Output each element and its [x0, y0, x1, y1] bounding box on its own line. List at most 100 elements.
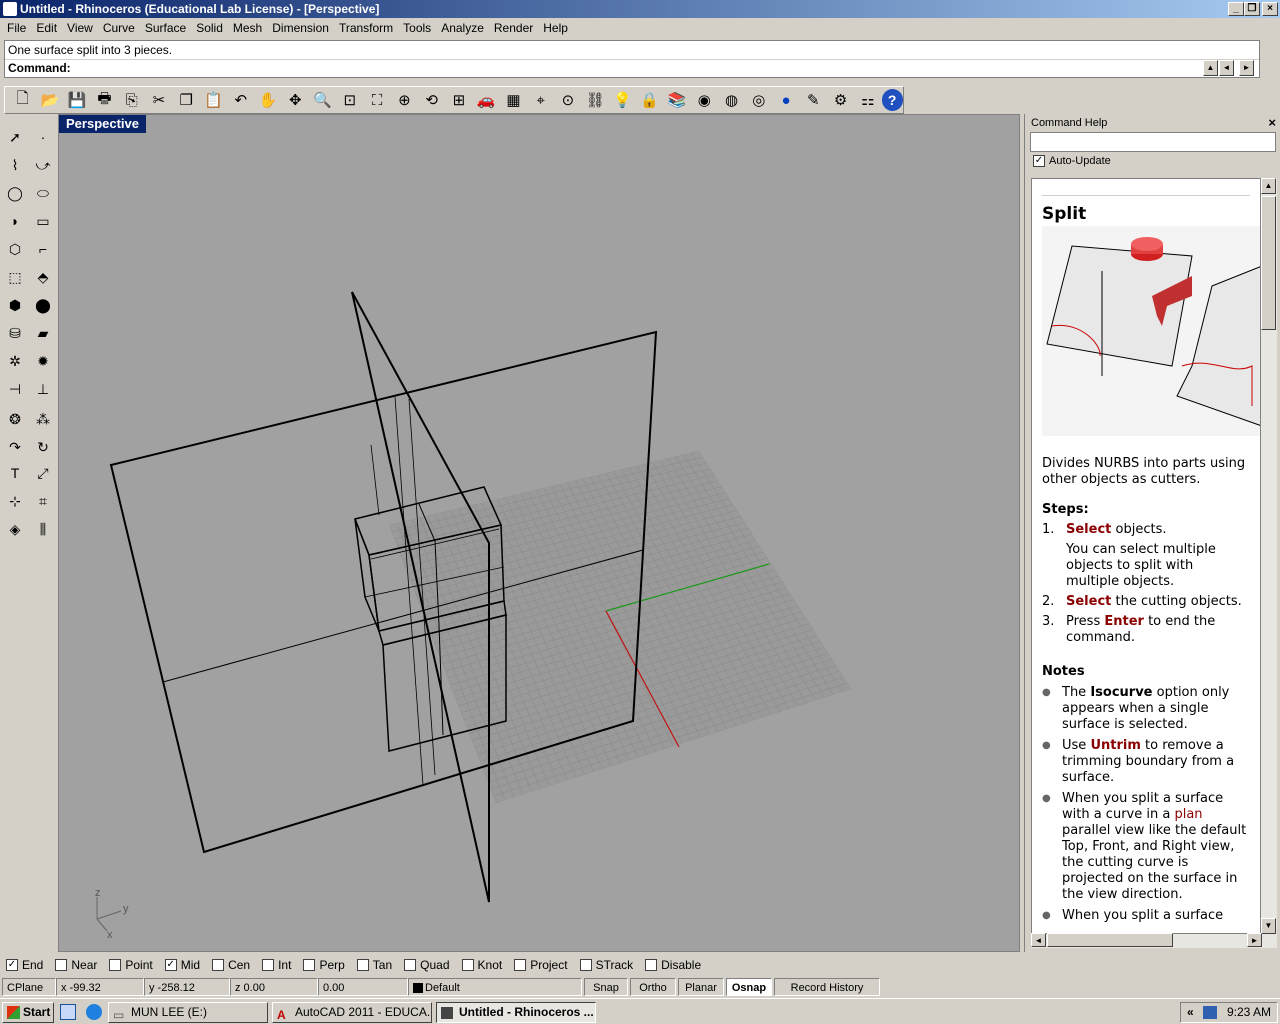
cylinder-icon[interactable]: ⛁ [2, 320, 28, 346]
checkbox-icon[interactable] [461, 959, 474, 971]
lock-icon[interactable]: 🔒 [636, 87, 663, 113]
save-icon[interactable]: 💾 [64, 87, 91, 113]
zoom-extents-icon[interactable]: ⛶ [363, 87, 390, 113]
scroll-left-icon[interactable]: ◄ [1031, 933, 1046, 947]
checkbox-icon[interactable] [55, 959, 68, 971]
split-icon[interactable]: ⊥ [30, 376, 56, 402]
checkbox-icon[interactable] [514, 959, 527, 971]
zoom-window-icon[interactable]: ⊡ [336, 87, 363, 113]
analyze-icon[interactable]: ⌗ [30, 488, 56, 514]
render-box-icon[interactable]: ◈ [2, 516, 28, 542]
checkbox-icon[interactable] [356, 959, 369, 971]
text-icon[interactable]: T [2, 460, 28, 486]
osnap-tan[interactable]: Tan [356, 958, 392, 972]
hscroll-thumb[interactable] [1047, 933, 1173, 947]
extrude-curve-icon[interactable]: ⬘ [30, 264, 56, 290]
menu-mesh[interactable]: Mesh [228, 21, 267, 35]
viewport-title[interactable]: Perspective [59, 115, 146, 133]
copy-icon[interactable]: ❐ [173, 87, 200, 113]
select-filter-icon[interactable]: ⛓ [582, 87, 609, 113]
surface-corner-icon[interactable]: ⬚ [2, 264, 28, 290]
osnap-cen[interactable]: Cen [212, 958, 250, 972]
checkbox-icon[interactable] [212, 959, 225, 971]
osnap-mid[interactable]: ✓ Mid [164, 958, 200, 972]
cut-icon[interactable]: ✂ [145, 87, 172, 113]
ellipse-icon[interactable]: ⬭ [30, 180, 56, 206]
move-icon[interactable]: ↷ [2, 434, 28, 460]
checkbox-icon[interactable] [303, 959, 316, 971]
menu-render[interactable]: Render [489, 21, 538, 35]
fillet-curve-icon[interactable]: ⌐ [30, 236, 56, 262]
paste-icon[interactable]: 📋 [200, 87, 227, 113]
menu-edit[interactable]: Edit [31, 21, 62, 35]
scroll-right-icon[interactable]: ► [1247, 933, 1262, 947]
osnap-icon[interactable]: ⌖ [527, 87, 554, 113]
polyline-icon[interactable]: ⌇ [2, 152, 28, 178]
menu-curve[interactable]: Curve [98, 21, 140, 35]
arc-icon[interactable]: ◗ [2, 208, 28, 234]
perspective-viewport[interactable]: Perspective z y x [58, 114, 1020, 952]
toolbar-layout-icon[interactable]: ⚏ [854, 87, 881, 113]
layer-selector[interactable]: Default [408, 978, 582, 996]
help-search-input[interactable] [1030, 132, 1276, 152]
rotate-view-icon[interactable]: ✥ [282, 87, 309, 113]
osnap-point[interactable]: Point [109, 958, 153, 972]
taskbar-item-drive[interactable]: ▭ MUN LEE (E:) [108, 1002, 268, 1023]
restore-button[interactable]: ❐ [1244, 2, 1260, 16]
menu-help[interactable]: Help [538, 21, 573, 35]
close-button[interactable]: × [1262, 2, 1278, 16]
menu-dimension[interactable]: Dimension [267, 21, 334, 35]
trim-icon[interactable]: ⊣ [2, 376, 28, 402]
print-icon[interactable]: 🖶 [91, 87, 118, 113]
osnap-toggle[interactable]: Osnap [726, 978, 772, 996]
help-vertical-scrollbar[interactable]: ▲ ▼ [1261, 178, 1277, 934]
menu-tools[interactable]: Tools [398, 21, 436, 35]
rectangle-icon[interactable]: ▭ [30, 208, 56, 234]
undo-view-icon[interactable]: ⟲ [418, 87, 445, 113]
menu-solid[interactable]: Solid [191, 21, 228, 35]
scroll-right-icon[interactable]: ► [1239, 60, 1254, 76]
mesh-icon[interactable]: ▰ [30, 320, 56, 346]
layers-icon[interactable]: 📚 [663, 87, 690, 113]
group-icon[interactable]: ❂ [2, 406, 28, 432]
four-viewports-icon[interactable]: ⊞ [445, 87, 472, 113]
array-icon[interactable]: ⁂ [30, 406, 56, 432]
curve-icon[interactable]: ⤻ [30, 152, 56, 178]
new-file-icon[interactable]: 🗋 [9, 87, 36, 113]
command-prompt[interactable]: Command: [5, 59, 1259, 77]
menu-file[interactable]: File [2, 21, 31, 35]
osnap-strack[interactable]: STrack [579, 958, 633, 972]
osnap-int[interactable]: Int [262, 958, 291, 972]
cplane-indicator[interactable]: CPlane [2, 978, 56, 996]
planar-toggle[interactable]: Planar [678, 978, 724, 996]
checkbox-icon[interactable]: ✓ [6, 959, 18, 971]
taskbar-item-rhino[interactable]: Untitled - Rhinoceros ... [436, 1002, 596, 1023]
checkbox-icon[interactable]: ✓ [164, 959, 177, 971]
internet-explorer-icon[interactable] [86, 1004, 102, 1020]
menu-surface[interactable]: Surface [140, 21, 191, 35]
checkbox-icon[interactable] [109, 959, 122, 971]
osnap-end[interactable]: ✓ End [6, 958, 43, 972]
checkbox-icon[interactable] [579, 959, 592, 971]
properties-icon[interactable]: ✎ [800, 87, 827, 113]
auto-update-check-icon[interactable]: ✓ [1033, 155, 1045, 167]
open-folder-icon[interactable]: 📂 [36, 87, 63, 113]
dimension-icon[interactable]: ⊹ [2, 488, 28, 514]
minimize-button[interactable]: _ [1228, 2, 1244, 16]
render-sphere-icon[interactable]: ● [772, 87, 799, 113]
start-button[interactable]: Start [2, 1002, 54, 1023]
options-gear-icon[interactable]: ⚙ [827, 87, 854, 113]
select-arrow-icon[interactable]: ➚ [2, 124, 28, 150]
osnap-disable[interactable]: Disable [645, 958, 701, 972]
menu-transform[interactable]: Transform [334, 21, 398, 35]
drafting-icon[interactable]: ⫼ [30, 516, 56, 542]
auto-update-checkbox[interactable]: ✓ Auto-Update [1033, 155, 1111, 167]
taskbar-item-autocad[interactable]: A AutoCAD 2011 - EDUCA... [272, 1002, 432, 1023]
zoom-selected-icon[interactable]: ⊕ [391, 87, 418, 113]
point-filter-icon[interactable]: ⊙ [554, 87, 581, 113]
boolean-union-icon[interactable]: ⬤ [30, 292, 56, 318]
scroll-thumb[interactable] [1261, 196, 1276, 330]
explode-icon[interactable]: ✹ [30, 348, 56, 374]
osnap-quad[interactable]: Quad [404, 958, 450, 972]
scale-icon[interactable]: ⤢ [30, 460, 56, 486]
